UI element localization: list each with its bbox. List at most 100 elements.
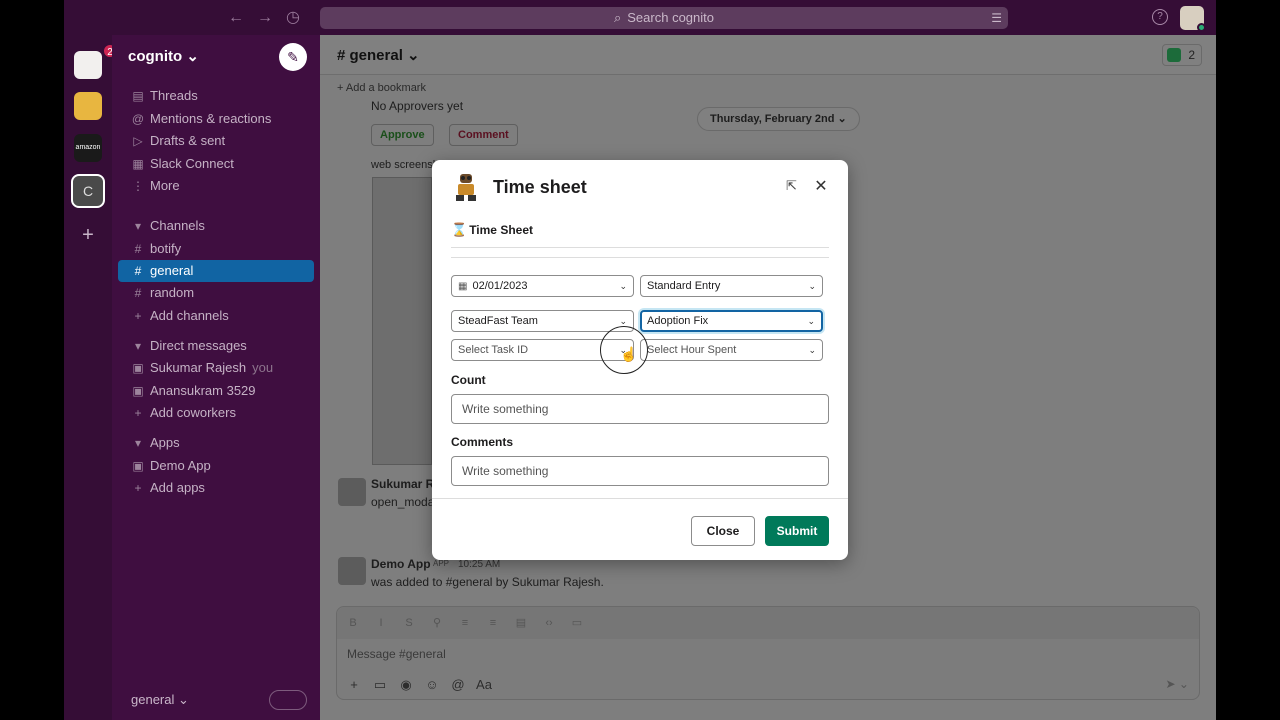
hourglass-icon: ⌛ — [451, 222, 468, 237]
channel-header: # general ⌄ 2 — [320, 35, 1216, 75]
comments-label: Comments — [451, 435, 514, 449]
blockquote-icon[interactable]: ▤ — [509, 607, 533, 639]
workspace-cognito-icon[interactable]: C — [71, 174, 105, 208]
code-block-icon[interactable]: ▭ — [565, 607, 589, 639]
sidebar-item-demo-app[interactable]: ▣ Demo App — [118, 455, 314, 477]
caret-down-icon: ▾ — [134, 436, 142, 450]
count-input[interactable]: Write something — [451, 394, 829, 424]
approve-button[interactable]: Approve — [371, 124, 434, 146]
divider — [451, 257, 829, 258]
hours-select[interactable]: Select Hour Spent ⌄ — [640, 339, 823, 361]
sidebar-item-add-channels[interactable]: + Add channels — [118, 305, 314, 327]
sidebar-item-threads[interactable]: ▤ Threads — [118, 85, 314, 107]
submit-button[interactable]: Submit — [765, 516, 829, 546]
project-select[interactable]: Adoption Fix ⌄ — [640, 310, 823, 332]
sidebar-item-mentions[interactable]: @ Mentions & reactions — [118, 108, 314, 130]
members-button[interactable]: 2 — [1162, 44, 1202, 66]
dm-section-header[interactable]: ▾ Direct messages — [118, 335, 314, 357]
count-label: Count — [451, 373, 486, 387]
compose-icon[interactable]: ✎ — [279, 43, 307, 71]
sidebar-item-dm-anansukram[interactable]: ▣ Anansukram 3529 — [118, 380, 314, 402]
external-link-icon[interactable]: ⇱ — [786, 178, 802, 194]
comments-input[interactable]: Write something — [451, 456, 829, 486]
user-avatar[interactable] — [1180, 6, 1206, 32]
plus-icon: + — [134, 481, 142, 495]
close-button[interactable]: Close — [691, 516, 755, 546]
bold-icon[interactable]: B — [341, 607, 365, 639]
screenshot-image[interactable] — [372, 177, 432, 465]
comment-button[interactable]: Comment — [449, 124, 518, 146]
message-sender[interactable]: Sukumar Ra — [371, 477, 441, 491]
history-clock-icon[interactable]: ◷ — [283, 8, 303, 28]
entry-type-select[interactable]: Standard Entry ⌄ — [640, 275, 823, 297]
add-workspace-icon[interactable]: + — [74, 221, 102, 249]
sidebar-item-add-apps[interactable]: + Add apps — [118, 477, 314, 499]
workspace-rail: 2 amazon C + — [64, 35, 118, 720]
team-select[interactable]: SteadFast Team ⌄ — [451, 310, 634, 332]
date-divider[interactable]: Thursday, February 2nd ⌄ — [697, 107, 860, 131]
date-picker[interactable]: ▦ 02/01/2023 ⌄ — [451, 275, 634, 297]
workspace-amazon-icon[interactable]: amazon — [74, 134, 102, 162]
help-icon[interactable]: ? — [1152, 9, 1168, 25]
sidebar-item-random[interactable]: # random — [118, 282, 314, 304]
user-avatar-icon: ▣ — [132, 384, 144, 398]
italic-icon[interactable]: I — [369, 607, 393, 639]
sidebar-item-general[interactable]: # general — [118, 260, 314, 282]
team-name[interactable]: cognito ⌄ — [128, 47, 199, 65]
search-filter-icon[interactable]: ☰ — [991, 7, 1002, 29]
demo-app-sender[interactable]: Demo App — [371, 557, 431, 571]
hand-cursor-icon: ☝ — [620, 346, 638, 362]
message-text: open_moda — [371, 495, 435, 509]
send-icon: ▷ — [133, 134, 143, 148]
search-icon: ⌕ — [613, 10, 622, 25]
caret-down-icon: ▾ — [134, 219, 142, 233]
chevron-down-icon: ⌄ — [619, 281, 627, 291]
channels-section-header[interactable]: ▾ Channels — [118, 215, 314, 237]
avatar[interactable] — [338, 478, 366, 506]
workspace-home-icon[interactable]: 2 — [74, 43, 118, 79]
text-format-icon[interactable]: Aa — [473, 677, 495, 692]
strike-icon[interactable]: S — [397, 607, 421, 639]
search-bar[interactable]: ⌕ Search cognito ☰ — [320, 7, 1008, 29]
apps-section-header[interactable]: ▾ Apps — [118, 432, 314, 454]
close-icon[interactable]: ✕ — [813, 176, 829, 195]
emoji-icon[interactable]: ☺ — [421, 677, 443, 692]
user-avatar-icon: ▣ — [132, 361, 144, 375]
huddle-toggle[interactable] — [269, 690, 307, 710]
code-icon[interactable]: ‹› — [537, 607, 561, 639]
channel-sidebar: cognito ⌄ ✎ ▤ Threads @ Mentions & reactio… — [112, 35, 320, 720]
app-avatar-icon: ▣ — [132, 459, 144, 473]
send-icon[interactable]: ➤ ⌄ — [1166, 677, 1189, 691]
message-composer: B I S ⚲ ≡ ≡ ▤ ‹› ▭ Message #general + ▭ ◉ ☺ @ Aa ➤ ⌄ — [336, 606, 1200, 700]
video-icon[interactable]: ▭ — [369, 677, 391, 693]
sidebar-item-slack-connect[interactable]: ▦ Slack Connect — [118, 153, 314, 175]
sidebar-item-botify[interactable]: # botify — [118, 238, 314, 260]
channel-title[interactable]: # general ⌄ — [337, 46, 420, 64]
demo-app-message: was added to #general by Sukumar Rajesh. — [371, 575, 604, 589]
ordered-list-icon[interactable]: ≡ — [453, 607, 477, 639]
hash-icon: # — [134, 242, 142, 256]
sidebar-item-drafts[interactable]: ▷ Drafts & sent — [118, 130, 314, 152]
back-arrow-icon[interactable]: ← — [226, 8, 246, 28]
plus-icon[interactable]: + — [343, 677, 365, 692]
footer-channel-name[interactable]: general ⌄ — [131, 692, 189, 708]
microphone-icon[interactable]: ◉ — [395, 677, 417, 693]
composer-tools: + ▭ ◉ ☺ @ Aa — [343, 677, 499, 693]
modal-title: Time sheet — [493, 177, 587, 197]
workspace-bot-icon[interactable] — [74, 92, 102, 120]
mention-icon[interactable]: @ — [447, 677, 469, 692]
member-avatar-icon — [1167, 48, 1181, 62]
sidebar-item-dm-sukumar[interactable]: ▣ Sukumar Rajesh you — [118, 357, 314, 379]
sidebar-item-add-coworkers[interactable]: + Add coworkers — [118, 402, 314, 424]
caret-down-icon: ▾ — [134, 339, 142, 353]
add-bookmark[interactable]: + Add a bookmark — [337, 82, 426, 94]
demo-app-avatar[interactable] — [338, 557, 366, 585]
message-timestamp[interactable]: 10:25 AM — [458, 559, 500, 570]
chevron-down-icon: ⌄ — [807, 316, 815, 326]
composer-input[interactable]: Message #general — [347, 647, 446, 661]
link-icon[interactable]: ⚲ — [425, 607, 449, 639]
bullet-list-icon[interactable]: ≡ — [481, 607, 505, 639]
sidebar-item-more[interactable]: ⋮ More — [118, 175, 314, 197]
at-sign-icon: @ — [131, 112, 145, 126]
forward-arrow-icon[interactable]: → — [255, 8, 275, 28]
